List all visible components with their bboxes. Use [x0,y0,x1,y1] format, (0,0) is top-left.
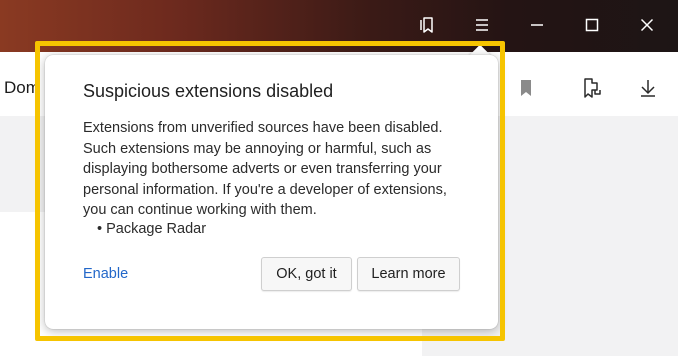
maximize-icon[interactable] [579,12,605,38]
bookmark-icon[interactable] [512,74,540,102]
popup-title: Suspicious extensions disabled [83,81,334,101]
address-bar-text[interactable]: Dom [4,78,40,98]
title-bar [0,0,678,52]
menu-icon[interactable] [469,12,495,38]
download-icon[interactable] [634,74,662,102]
popup-body-text: Extensions from unverified sources have … [83,120,447,218]
minimize-icon[interactable] [524,12,550,38]
bookmarks-collection-icon[interactable] [414,12,440,38]
browser-window: Dom Suspicious extensions disabled Exten… [0,0,678,356]
ok-got-it-button[interactable]: OK, got it [261,257,352,291]
learn-more-button[interactable]: Learn more [357,257,460,291]
enable-link[interactable]: Enable [83,266,128,282]
disabled-extension-item: • Package Radar [97,221,207,237]
extensions-icon[interactable] [578,74,606,102]
suspicious-extensions-popup: Suspicious extensions disabled Extension… [45,55,498,329]
close-icon[interactable] [634,12,660,38]
